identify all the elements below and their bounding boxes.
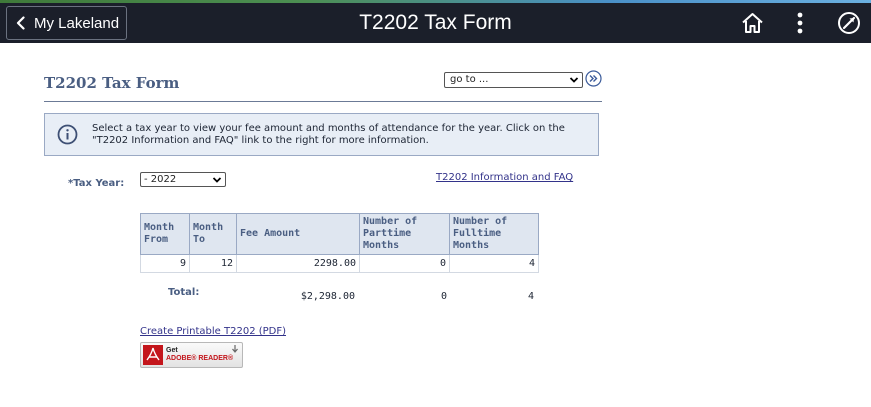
table-header-row: Month From Month To Fee Amount Number of…	[140, 213, 539, 255]
chevron-down-icon	[212, 177, 222, 183]
cell-fee-amount: 2298.00	[236, 254, 360, 273]
fee-table: Month From Month To Fee Amount Number of…	[140, 213, 539, 273]
adobe-get-text: Get	[166, 347, 178, 354]
tax-year-select[interactable]: - 2022	[140, 172, 226, 187]
navbar-compass-icon[interactable]	[837, 11, 861, 35]
cell-parttime-months: 0	[359, 254, 450, 273]
header-fulltime-months: Number of Fulltime Months	[449, 213, 539, 255]
download-arrow-icon	[232, 345, 238, 353]
chevron-down-icon	[569, 77, 579, 83]
adobe-logo-icon	[143, 345, 163, 365]
tax-year-value: - 2022	[144, 174, 177, 185]
header-parttime-months: Number of Parttime Months	[359, 213, 450, 255]
info-message-box: Select a tax year to view your fee amoun…	[44, 113, 599, 156]
cell-fulltime-months: 4	[449, 254, 539, 273]
page-title: T2202 Tax Form	[44, 74, 180, 92]
header-month-to: Month To	[189, 213, 237, 255]
cell-month-from: 9	[140, 254, 190, 273]
go-arrow-icon[interactable]	[585, 70, 602, 87]
title-divider	[44, 101, 602, 102]
header-month-from: Month From	[140, 213, 190, 255]
adobe-product-text: ADOBE® READER®	[166, 355, 234, 362]
tax-year-label: *Tax Year:	[68, 178, 125, 189]
more-vertical-icon[interactable]	[795, 11, 805, 35]
home-icon[interactable]	[740, 11, 765, 35]
info-icon	[57, 124, 78, 145]
header-fee-amount: Fee Amount	[236, 213, 360, 255]
total-parttime-months: 0	[440, 291, 447, 302]
cell-month-to: 12	[189, 254, 237, 273]
total-fulltime-months: 4	[527, 291, 534, 302]
total-label: Total:	[168, 287, 200, 298]
create-pdf-link[interactable]: Create Printable T2202 (PDF)	[140, 326, 286, 337]
t2202-faq-link[interactable]: T2202 Information and FAQ	[436, 172, 573, 183]
total-fee-amount: $2,298.00	[300, 291, 355, 302]
info-message-text: Select a tax year to view your fee amoun…	[92, 123, 565, 146]
table-row: 9 12 2298.00 0 4	[140, 254, 539, 273]
top-navigation-bar: My Lakeland T2202 Tax Form	[0, 3, 871, 43]
get-adobe-reader-button[interactable]: Get ADOBE® READER®	[140, 342, 243, 368]
goto-select-value: go to ...	[450, 74, 489, 85]
goto-select[interactable]: go to ...	[444, 72, 583, 88]
